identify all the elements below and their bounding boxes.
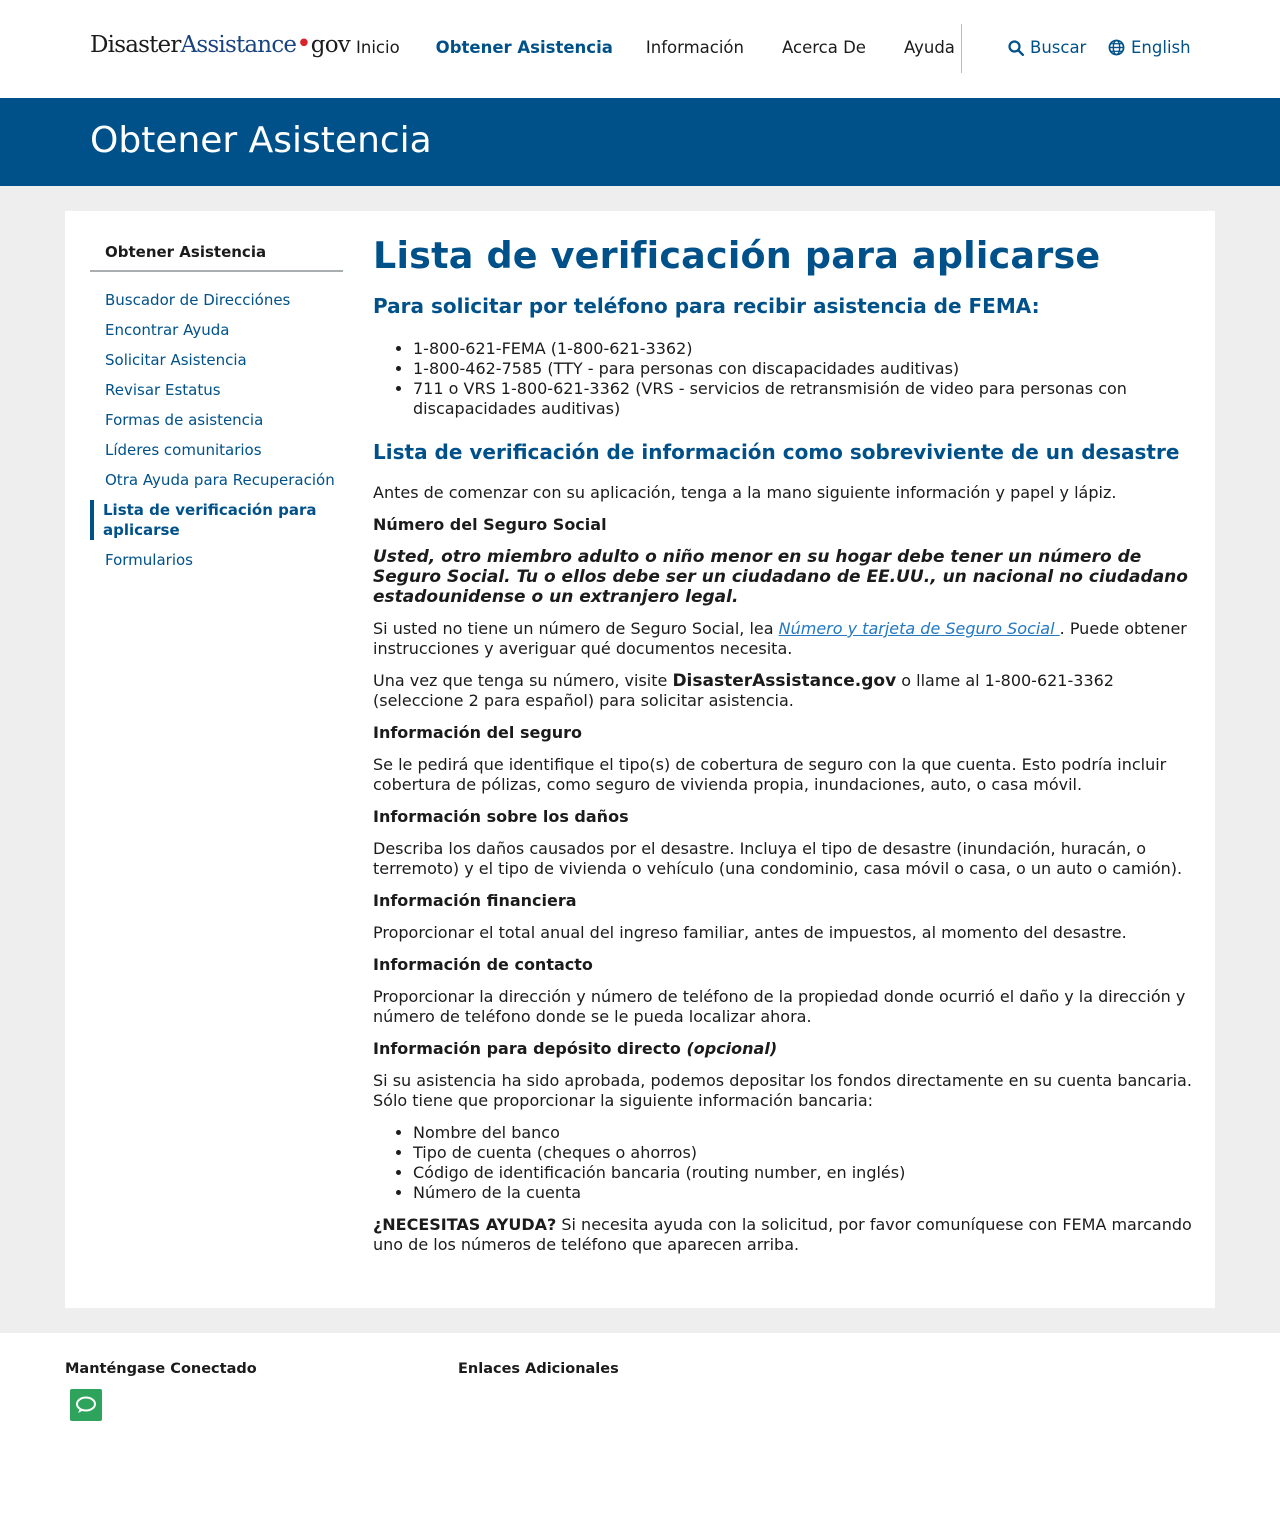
insurance-heading: Información del seguro [373, 723, 583, 742]
logo-part-gov: gov [310, 32, 351, 58]
phone-item: 1-800-621-FEMA (1-800-621-3362) [413, 339, 1193, 359]
bank-info-item: Nombre del banco [413, 1123, 1193, 1143]
checklist-heading: Lista de verificación de información com… [373, 440, 1180, 464]
main-nav: Inicio Obtener Asistencia Información Ac… [356, 38, 955, 57]
chat-link[interactable] [70, 1389, 102, 1421]
deposit-heading: Información para depósito directo (opcio… [373, 1039, 1193, 1059]
page-title: Lista de verificación para aplicarse [373, 234, 1101, 277]
banner-title: Obtener Asistencia [90, 120, 432, 161]
main-area: Obtener Asistencia Buscador de Dirección… [0, 186, 1280, 1333]
help-paragraph: ¿NECESITAS AYUDA? Si necesita ayuda con … [373, 1215, 1193, 1255]
side-nav-item-lideres[interactable]: Líderes comunitarios [90, 440, 343, 460]
side-nav: Obtener Asistencia Buscador de Dirección… [90, 243, 343, 580]
ssn-p2-text: Una vez que tenga su número, visite [373, 671, 673, 690]
ssn-note: Usted, otro miembro adulto o niño menor … [373, 547, 1188, 607]
site-header: DisasterAssistance•gov Inicio Obtener As… [0, 0, 1280, 98]
search-label: Buscar [1030, 38, 1087, 57]
side-nav-item-buscador[interactable]: Buscador de Direcciónes [90, 290, 343, 310]
bank-info-item: Número de la cuenta [413, 1183, 1193, 1203]
financial-text: Proporcionar el total anual del ingreso … [373, 923, 1127, 942]
site-footer: Manténgase Conectado Enlaces Adicionales [0, 1333, 1280, 1521]
deposit-text: Si su asistencia ha sido aprobada, podem… [373, 1071, 1192, 1110]
deposit-optional: (opcional) [686, 1039, 778, 1058]
side-nav-item-encontrar-ayuda[interactable]: Encontrar Ayuda [90, 320, 343, 340]
article: Lista de verificación para aplicarse Par… [373, 233, 1193, 1255]
chat-bubble-icon [76, 1396, 96, 1413]
bank-info-item: Tipo de cuenta (cheques o ahorros) [413, 1143, 1193, 1163]
damage-text: Describa los daños causados por el desas… [373, 839, 1183, 878]
side-nav-item-revisar-estatus[interactable]: Revisar Estatus [90, 380, 343, 400]
site-name-bold: DisasterAssistance.gov [672, 671, 897, 691]
footer-links-heading: Enlaces Adicionales [458, 1361, 619, 1377]
logo-dot: • [296, 29, 311, 59]
ssn-card-link[interactable]: Número y tarjeta de Seguro Social [779, 619, 1060, 638]
nav-ayuda[interactable]: Ayuda [904, 38, 955, 57]
phone-item: 711 o VRS 1-800-621-3362 (VRS - servicio… [413, 379, 1193, 419]
ssn-paragraph-2: Una vez que tenga su número, visite Disa… [373, 671, 1193, 711]
side-nav-heading: Obtener Asistencia [90, 243, 343, 272]
bank-info-item: Código de identificación bancaria (routi… [413, 1163, 1193, 1183]
ssn-p1-text: Si usted no tiene un número de Seguro So… [373, 619, 779, 638]
ssn-paragraph-1: Si usted no tiene un número de Seguro So… [373, 619, 1193, 659]
side-nav-item-solicitar[interactable]: Solicitar Asistencia [90, 350, 343, 370]
nav-inicio[interactable]: Inicio [356, 38, 400, 57]
deposit-heading-text: Información para depósito directo [373, 1039, 687, 1058]
phone-heading: Para solicitar por teléfono para recibir… [373, 294, 1040, 318]
ssn-heading: Número del Seguro Social [373, 515, 607, 534]
side-nav-item-formularios[interactable]: Formularios [90, 550, 343, 570]
bank-info-list: Nombre del banco Tipo de cuenta (cheques… [413, 1123, 1193, 1203]
financial-heading: Información financiera [373, 891, 577, 910]
contact-text: Proporcionar la dirección y número de te… [373, 987, 1186, 1026]
content-card: Obtener Asistencia Buscador de Dirección… [65, 211, 1215, 1308]
damage-heading: Información sobre los daños [373, 807, 629, 826]
intro-text: Antes de comenzar con su aplicación, ten… [373, 483, 1117, 502]
language-label: English [1131, 38, 1191, 57]
site-logo[interactable]: DisasterAssistance•gov [90, 29, 351, 59]
side-nav-item-lista-verificacion[interactable]: Lista de verificación para aplicarse [90, 500, 343, 540]
search-button[interactable]: Buscar [1008, 38, 1086, 57]
logo-part-disaster: Disaster [90, 32, 181, 58]
help-bold: ¿NECESITAS AYUDA? [373, 1215, 557, 1234]
nav-informacion[interactable]: Información [646, 38, 744, 57]
footer-connected-heading: Manténgase Conectado [65, 1361, 257, 1377]
nav-divider [961, 24, 962, 73]
side-nav-list: Buscador de Direcciónes Encontrar Ayuda … [90, 290, 343, 570]
side-nav-item-otra-ayuda[interactable]: Otra Ayuda para Recuperación [90, 470, 343, 490]
nav-acerca-de[interactable]: Acerca De [782, 38, 866, 57]
insurance-text: Se le pedirá que identifique el tipo(s) … [373, 755, 1167, 794]
logo-part-assistance: Assistance [180, 32, 297, 58]
contact-heading: Información de contacto [373, 955, 593, 974]
language-toggle[interactable]: English [1108, 38, 1191, 57]
nav-obtener-asistencia[interactable]: Obtener Asistencia [436, 38, 613, 57]
search-icon [1008, 39, 1024, 56]
globe-icon [1108, 39, 1125, 56]
page-banner: Obtener Asistencia [0, 98, 1280, 186]
phone-item: 1-800-462-7585 (TTY - para personas con … [413, 359, 1193, 379]
side-nav-item-formas[interactable]: Formas de asistencia [90, 410, 343, 430]
phone-list: 1-800-621-FEMA (1-800-621-3362) 1-800-46… [413, 339, 1193, 419]
